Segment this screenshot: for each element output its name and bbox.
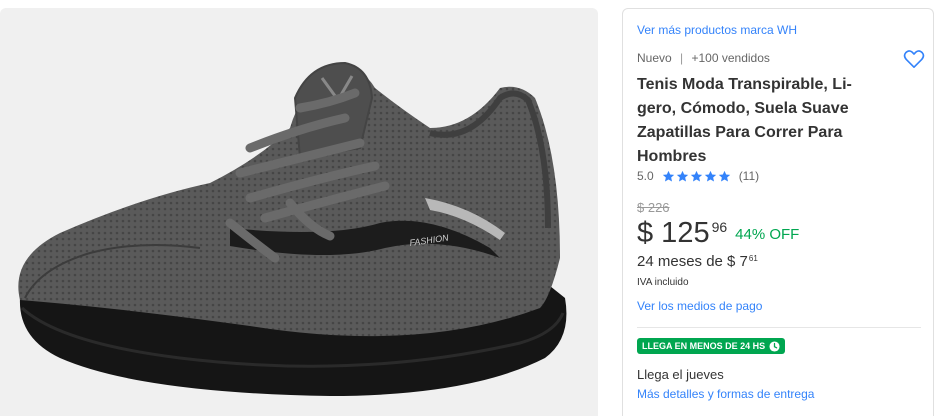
star-icon bbox=[676, 170, 688, 181]
delivery-details-link[interactable]: Más detalles y formas de entrega bbox=[637, 387, 814, 401]
star-icon bbox=[662, 170, 674, 181]
heart-icon[interactable] bbox=[903, 49, 925, 69]
rating-count: (11) bbox=[738, 169, 760, 183]
star-icon bbox=[704, 170, 716, 181]
star-icon bbox=[718, 170, 730, 181]
title-line: Hombres bbox=[637, 148, 707, 165]
price-cents: 96 bbox=[711, 219, 728, 235]
original-price: $ 226 bbox=[637, 200, 670, 215]
condition-separator: | bbox=[680, 51, 684, 65]
rating-stars bbox=[662, 170, 732, 183]
condition-status: Nuevo bbox=[637, 51, 672, 65]
price-row: $ 125 96 44% OFF bbox=[637, 215, 799, 255]
payment-methods-link[interactable]: Ver los medios de pago bbox=[637, 299, 762, 313]
tax-note: IVA incluido bbox=[637, 277, 689, 288]
current-price: $ 125 bbox=[637, 217, 710, 249]
product-image-panel[interactable]: FASHION bbox=[0, 8, 598, 416]
brand-link[interactable]: Ver más productos marca WH bbox=[637, 23, 797, 37]
shipping-badge-label: LLEGA EN MENOS DE 24 HS bbox=[642, 341, 766, 351]
title-line: Zapatillas Para Correr Para bbox=[637, 124, 843, 141]
divider bbox=[637, 327, 921, 328]
title-line: Tenis Moda Transpirable, Li- bbox=[637, 76, 852, 93]
star-icon bbox=[690, 170, 702, 181]
rating-score: 5.0 bbox=[637, 169, 654, 183]
discount-label: 44% OFF bbox=[735, 226, 800, 243]
clock-icon bbox=[769, 340, 780, 352]
condition-row: Nuevo | +100 vendidos bbox=[637, 51, 770, 65]
title-line: gero, Cómodo, Suela Suave bbox=[637, 100, 849, 117]
shipping-badge: LLEGA EN MENOS DE 24 HS bbox=[637, 338, 786, 354]
sold-count: +100 vendidos bbox=[691, 51, 770, 65]
installments-cents: 61 bbox=[748, 254, 758, 263]
installments-text: 24 meses de $ 7 bbox=[637, 253, 748, 270]
installments: 24 meses de $ 7 61 bbox=[637, 253, 758, 270]
product-title: Tenis Moda Transpirable, Li- gero, Cómod… bbox=[637, 73, 887, 169]
product-image: FASHION bbox=[18, 61, 567, 396]
rating-row[interactable]: 5.0 (11) bbox=[637, 168, 759, 184]
product-info-panel: Ver más productos marca WH Nuevo | +100 … bbox=[622, 8, 934, 416]
arrival-text: Llega el jueves bbox=[637, 367, 724, 382]
